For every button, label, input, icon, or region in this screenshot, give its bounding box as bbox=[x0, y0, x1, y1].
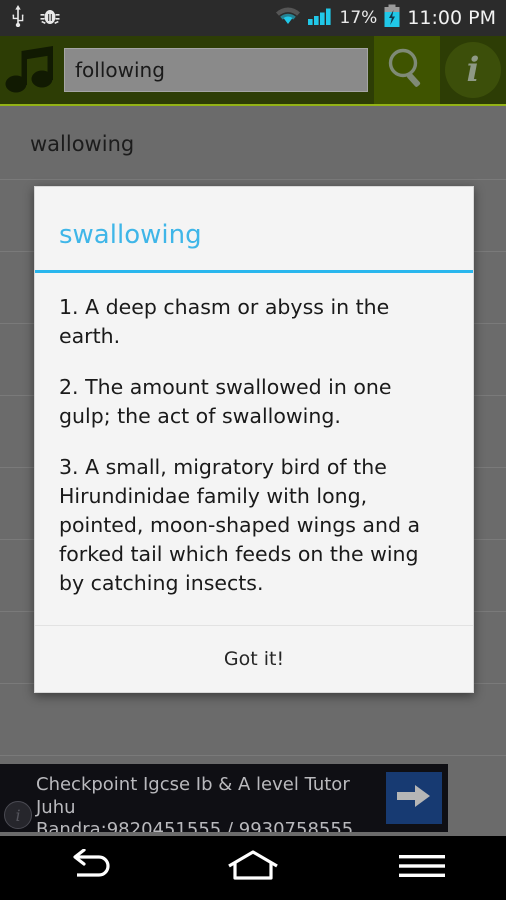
got-it-button[interactable]: Got it! bbox=[218, 647, 290, 671]
definition-item: 3. A small, migratory bird of the Hirund… bbox=[59, 455, 421, 596]
list-item[interactable]: wallowing bbox=[0, 108, 506, 180]
status-bar: 17% 11:00 PM bbox=[0, 0, 506, 36]
app-toolbar: following i bbox=[0, 36, 506, 106]
info-icon: i bbox=[445, 42, 501, 98]
music-note-icon[interactable] bbox=[0, 39, 62, 101]
ad-line-1: Checkpoint Igcse Ib & A level Tutor Juhu bbox=[36, 774, 350, 818]
search-icon bbox=[385, 46, 429, 94]
list-item[interactable] bbox=[0, 684, 506, 756]
phone-screen: 17% 11:00 PM following i wallowing swall… bbox=[0, 0, 506, 900]
dialog-body: 1. A deep chasm or abyss in the earth. 2… bbox=[35, 273, 473, 625]
ad-text: Checkpoint Igcse Ib & A level Tutor Juhu… bbox=[36, 774, 376, 832]
definition-item: 1. A deep chasm or abyss in the earth. bbox=[59, 294, 390, 348]
back-icon bbox=[57, 848, 111, 887]
cellular-signal-icon bbox=[307, 5, 334, 31]
status-bar-left-icons bbox=[10, 5, 60, 31]
nav-menu-button[interactable] bbox=[337, 836, 506, 900]
definition-item: 2. The amount swallowed in one gulp; the… bbox=[59, 374, 392, 428]
status-bar-right-icons: 17% 11:00 PM bbox=[274, 4, 496, 32]
search-input[interactable]: following bbox=[64, 48, 368, 92]
system-navigation-bar bbox=[0, 836, 506, 900]
dialog-header: swallowing bbox=[35, 187, 473, 273]
dialog-footer: Got it! bbox=[35, 624, 473, 692]
ad-cta-button[interactable] bbox=[386, 772, 442, 824]
arrow-right-icon bbox=[397, 783, 431, 813]
search-input-value: following bbox=[75, 58, 165, 82]
ad-line-2: Bandra:9820451555 / 9930758555 bbox=[36, 819, 354, 832]
battery-charging-icon bbox=[383, 4, 401, 32]
debug-bug-icon bbox=[40, 5, 60, 31]
dialog-title: swallowing bbox=[59, 220, 202, 250]
list-item-label: wallowing bbox=[30, 131, 135, 156]
usb-icon bbox=[10, 5, 26, 31]
search-button[interactable] bbox=[374, 36, 440, 104]
nav-back-button[interactable] bbox=[0, 836, 169, 900]
ad-banner[interactable]: Checkpoint Igcse Ib & A level Tutor Juhu… bbox=[0, 764, 448, 832]
nav-home-button[interactable] bbox=[169, 836, 338, 900]
info-button[interactable]: i bbox=[440, 36, 506, 104]
menu-icon bbox=[397, 851, 447, 885]
home-icon bbox=[225, 849, 281, 887]
battery-percent-label: 17% bbox=[339, 7, 378, 28]
wifi-icon bbox=[274, 5, 302, 31]
definition-dialog: swallowing 1. A deep chasm or abyss in t… bbox=[34, 186, 474, 693]
clock-label: 11:00 PM bbox=[407, 6, 496, 29]
ad-info-icon[interactable]: i bbox=[4, 801, 32, 829]
